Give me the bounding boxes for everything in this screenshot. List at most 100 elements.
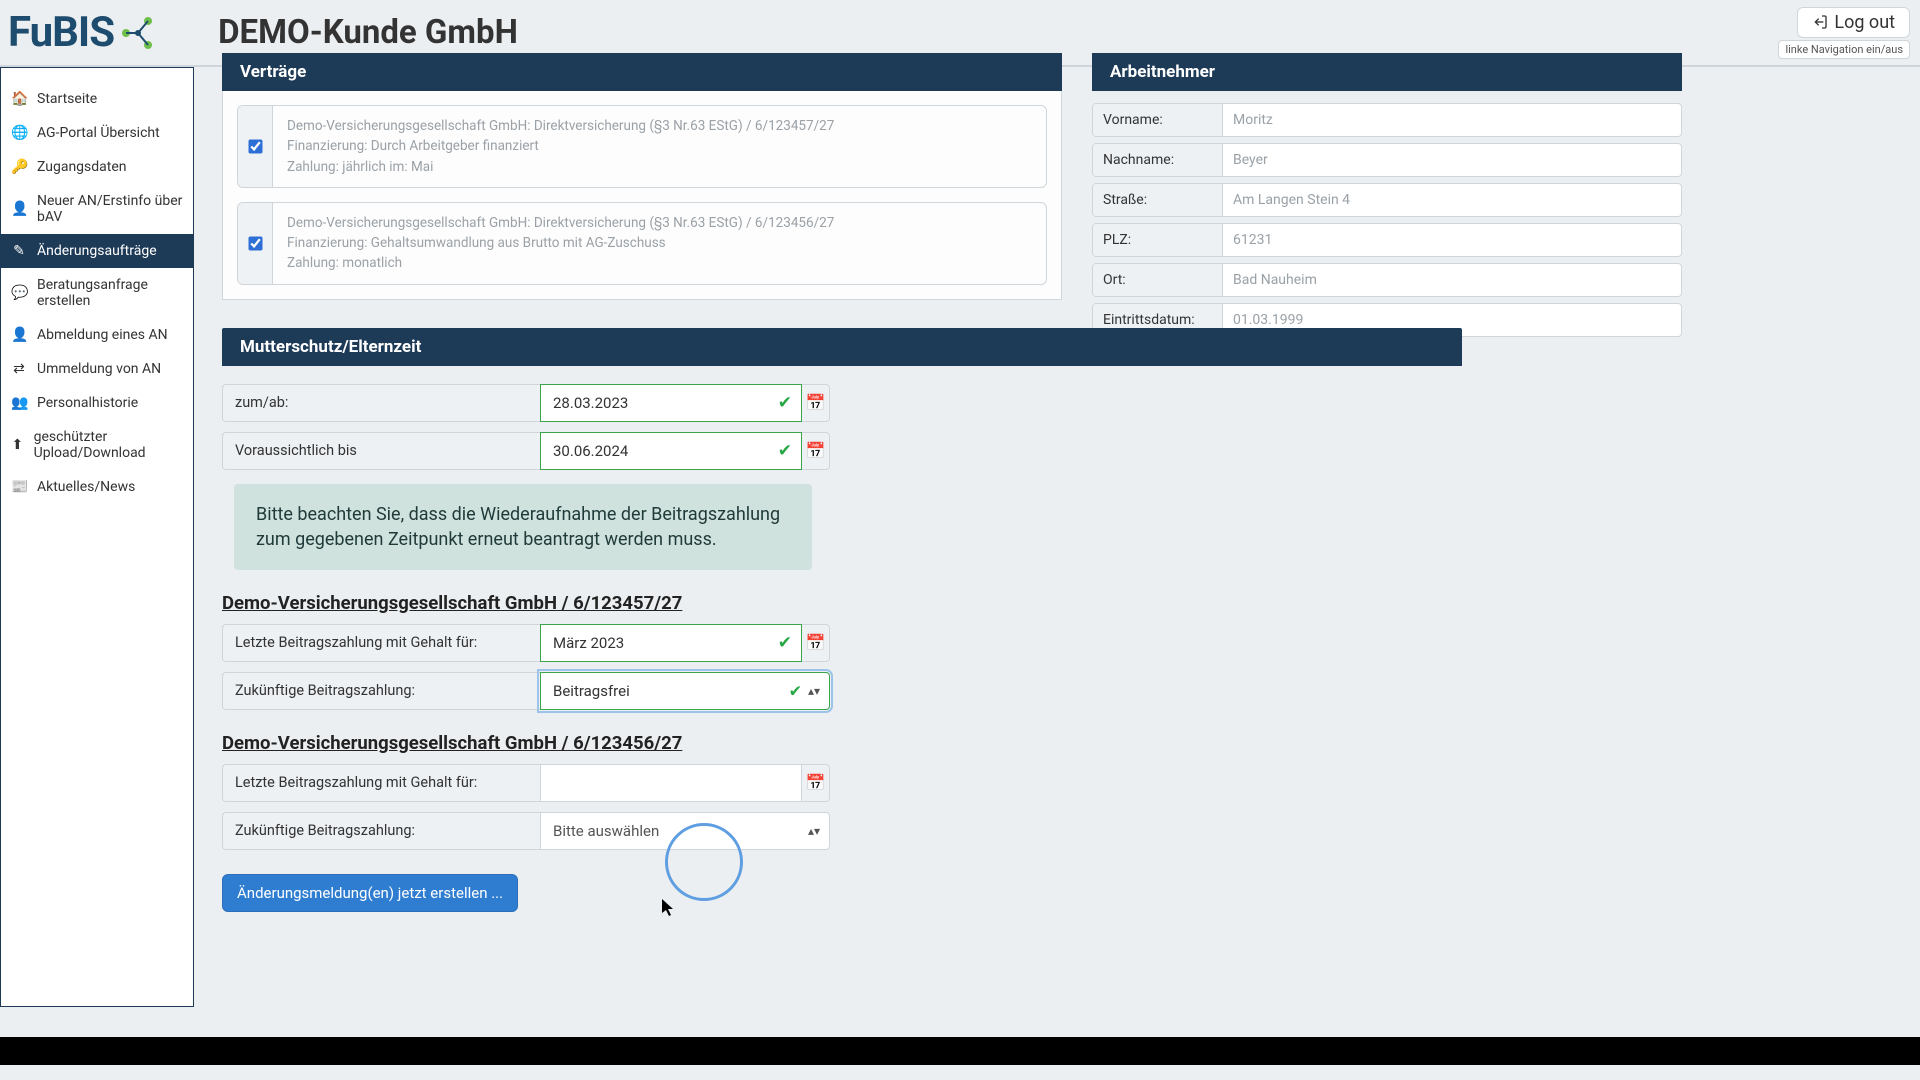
chevron-updown-icon: ▴▾	[808, 684, 820, 698]
contract-checkbox[interactable]	[248, 236, 262, 250]
history-icon: 👥	[11, 395, 27, 411]
notice-box: Bitte beachten Sie, dass die Wiederaufna…	[234, 484, 812, 570]
form-row-from: zum/ab: ✔ 📅	[222, 384, 830, 422]
chevron-updown-icon: ▴▾	[808, 824, 820, 838]
swap-icon: ⇄	[11, 361, 27, 377]
calendar-button[interactable]: 📅	[802, 384, 830, 422]
contract-line: Zahlung: jährlich im: Mai	[287, 157, 1032, 177]
form-row-future-0: Zukünftige Beitragszahlung: Beitragsfrei…	[222, 672, 830, 710]
contract-item: Demo-Versicherungsgesellschaft GmbH: Dir…	[237, 202, 1047, 285]
sidebar-item-label: Beratungsanfrage erstellen	[37, 277, 183, 309]
key-icon: 🔑	[11, 159, 27, 175]
calendar-icon: 📅	[806, 633, 826, 652]
field-label: Vorname:	[1093, 104, 1223, 136]
calendar-icon: 📅	[806, 441, 826, 460]
sidebar-item-aktuelles[interactable]: 📰 Aktuelles/News	[1, 470, 193, 504]
globe-icon: 🌐	[11, 125, 27, 141]
field-value: Beyer	[1223, 144, 1681, 176]
employee-row-plz: PLZ: 61231	[1092, 223, 1682, 257]
calendar-button[interactable]: 📅	[802, 432, 830, 470]
until-label: Voraussichtlich bis	[222, 432, 540, 470]
sidebar-item-neuer-an[interactable]: 👤 Neuer AN/Erstinfo über bAV	[1, 184, 193, 234]
field-value: Bad Nauheim	[1223, 264, 1681, 296]
last-pay-input[interactable]	[540, 764, 802, 802]
future-label: Zukünftige Beitragszahlung:	[222, 672, 540, 710]
check-icon: ✔	[778, 633, 792, 653]
customer-name: DEMO-Kunde GmbH	[218, 13, 518, 52]
contract-line: Finanzierung: Gehaltsumwandlung aus Brut…	[287, 233, 1032, 253]
last-pay-input[interactable]	[540, 624, 802, 662]
field-value: 61231	[1223, 224, 1681, 256]
logo-mark-icon	[118, 13, 158, 53]
last-pay-label: Letzte Beitragszahlung mit Gehalt für:	[222, 624, 540, 662]
future-select[interactable]: Beitragsfrei	[540, 672, 830, 710]
sidebar-item-ummeldung[interactable]: ⇄ Ummeldung von AN	[1, 352, 193, 386]
until-input[interactable]	[540, 432, 802, 470]
sidebar-item-personalhistorie[interactable]: 👥 Personalhistorie	[1, 386, 193, 420]
contracts-panel: Demo-Versicherungsgesellschaft GmbH: Dir…	[222, 91, 1062, 300]
sidebar-item-label: Personalhistorie	[37, 395, 138, 411]
check-icon: ✔	[789, 681, 802, 700]
calendar-button[interactable]: 📅	[802, 764, 830, 802]
from-input[interactable]	[540, 384, 802, 422]
form-row-until: Voraussichtlich bis ✔ 📅	[222, 432, 830, 470]
user-plus-icon: 👤	[11, 201, 27, 217]
check-icon: ✔	[778, 441, 792, 461]
calendar-button[interactable]: 📅	[802, 624, 830, 662]
contract-line: Demo-Versicherungsgesellschaft GmbH: Dir…	[287, 213, 1032, 233]
future-select[interactable]: Bitte auswählen	[540, 812, 830, 850]
sidebar-item-anderungsauftrage[interactable]: ✎ Änderungsaufträge	[1, 234, 193, 268]
field-value: Am Langen Stein 4	[1223, 184, 1681, 216]
logo-text: FuBIS	[8, 8, 114, 57]
sidebar-item-beratungsanfrage[interactable]: 💬 Beratungsanfrage erstellen	[1, 268, 193, 318]
sidebar-item-label: Startseite	[37, 91, 97, 107]
sidebar-item-abmeldung[interactable]: 👤 Abmeldung eines AN	[1, 318, 193, 352]
contract-item: Demo-Versicherungsgesellschaft GmbH: Dir…	[237, 105, 1047, 188]
field-value: Moritz	[1223, 104, 1681, 136]
sidebar-item-label: Neuer AN/Erstinfo über bAV	[37, 193, 183, 225]
from-label: zum/ab:	[222, 384, 540, 422]
sidebar-item-ag-portal[interactable]: 🌐 AG-Portal Übersicht	[1, 116, 193, 150]
sidebar-item-startseite[interactable]: 🏠 Startseite	[1, 82, 193, 116]
field-label: Ort:	[1093, 264, 1223, 296]
field-label: Straße:	[1093, 184, 1223, 216]
sidebar-item-upload-download[interactable]: ⬆ geschützter Upload/Download	[1, 420, 193, 470]
sidebar-item-label: Abmeldung eines AN	[37, 327, 168, 343]
calendar-icon: 📅	[806, 773, 826, 792]
last-pay-label: Letzte Beitragszahlung mit Gehalt für:	[222, 764, 540, 802]
logout-icon	[1812, 14, 1828, 30]
sidebar-item-label: Aktuelles/News	[37, 479, 135, 495]
sidebar: 🏠 Startseite 🌐 AG-Portal Übersicht 🔑 Zug…	[0, 67, 194, 1007]
employee-row-strasse: Straße: Am Langen Stein 4	[1092, 183, 1682, 217]
sidebar-item-label: Ummeldung von AN	[37, 361, 161, 377]
home-icon: 🏠	[11, 91, 27, 107]
app-logo: FuBIS	[8, 8, 158, 57]
sidebar-item-label: Änderungsaufträge	[37, 243, 157, 259]
contract-line: Demo-Versicherungsgesellschaft GmbH: Dir…	[287, 116, 1032, 136]
employee-title: Arbeitnehmer	[1110, 62, 1215, 82]
contract-line: Finanzierung: Durch Arbeitgeber finanzie…	[287, 136, 1032, 156]
form-row-last-payment-1: Letzte Beitragszahlung mit Gehalt für: 📅	[222, 764, 830, 802]
employee-row-nachname: Nachname: Beyer	[1092, 143, 1682, 177]
contract-line: Zahlung: monatlich	[287, 253, 1032, 273]
form-row-last-payment-0: Letzte Beitragszahlung mit Gehalt für: ✔…	[222, 624, 830, 662]
contracts-title: Verträge	[240, 62, 306, 82]
calendar-icon: 📅	[806, 393, 826, 412]
sidebar-item-label: AG-Portal Übersicht	[37, 125, 160, 141]
logout-button[interactable]: Log out	[1797, 7, 1910, 38]
user-minus-icon: 👤	[11, 327, 27, 343]
contract-checkbox[interactable]	[248, 139, 262, 153]
cursor-icon	[662, 899, 676, 917]
mutterschutz-section: Mutterschutz/Elternzeit zum/ab: ✔ 📅	[222, 328, 1062, 912]
section-header: Mutterschutz/Elternzeit	[222, 328, 1462, 366]
contract-subheading: Demo-Versicherungsgesellschaft GmbH / 6/…	[222, 592, 1062, 614]
submit-button[interactable]: Änderungsmeldung(en) jetzt erstellen ...	[222, 874, 518, 912]
contract-subheading: Demo-Versicherungsgesellschaft GmbH / 6/…	[222, 732, 1062, 754]
sidebar-item-zugangsdaten[interactable]: 🔑 Zugangsdaten	[1, 150, 193, 184]
logout-label: Log out	[1834, 12, 1895, 33]
future-label: Zukünftige Beitragszahlung:	[222, 812, 540, 850]
sidebar-item-label: geschützter Upload/Download	[34, 429, 183, 461]
field-label: Nachname:	[1093, 144, 1223, 176]
nav-toggle-button[interactable]: linke Navigation ein/aus	[1778, 40, 1910, 59]
contracts-panel-header: Verträge	[222, 53, 1062, 91]
